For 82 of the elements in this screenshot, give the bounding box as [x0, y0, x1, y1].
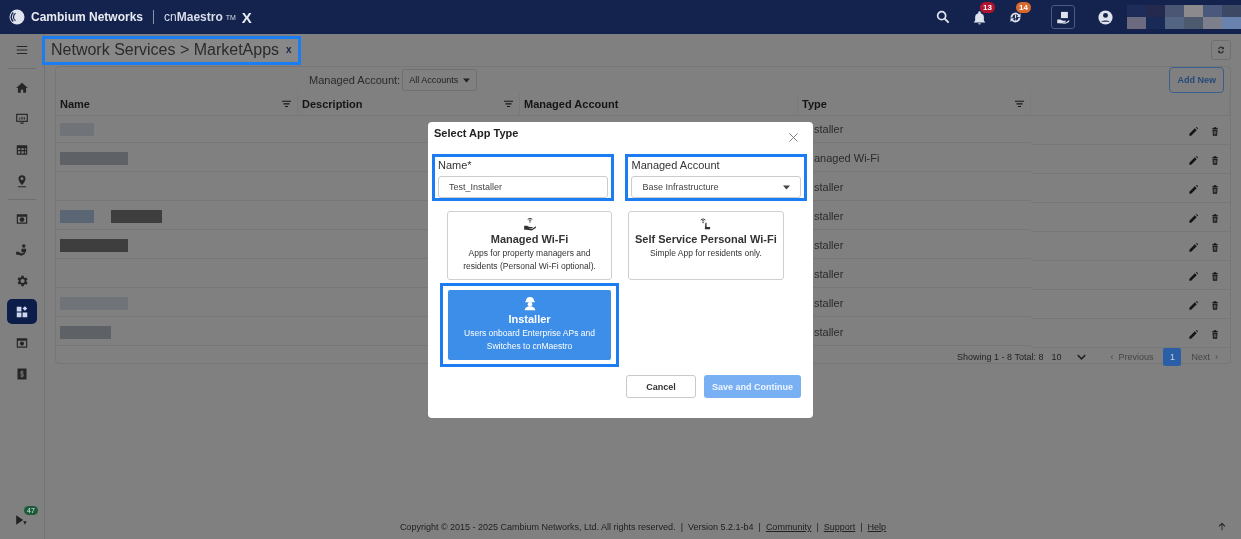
field-label: Managed Account [631, 159, 721, 172]
redacted-block [60, 238, 128, 252]
hand-box-button[interactable] [1051, 5, 1075, 29]
close-button[interactable] [788, 132, 799, 143]
column-header: Description [298, 93, 520, 116]
refresh-icon [1216, 45, 1226, 55]
dialog-title: Select App Type [433, 126, 520, 140]
add-new-button[interactable]: Add New [1169, 67, 1224, 93]
redacted-block [60, 151, 128, 165]
close-button[interactable]: x [286, 44, 292, 55]
column-header: Type [798, 93, 1031, 116]
edit-icon [1188, 125, 1199, 137]
product-suffix: X [241, 8, 252, 26]
hand-box-icon [1055, 9, 1071, 25]
breadcrumb: Network Services > MarketApps [51, 40, 280, 59]
page-size-select[interactable]: 10 [1051, 352, 1087, 362]
trash-icon [1210, 270, 1220, 282]
trash-icon [1210, 212, 1220, 224]
chevron-down-icon [1077, 354, 1087, 360]
edit-icon [1188, 299, 1199, 311]
window-gear-icon [15, 335, 29, 350]
filter-label: Managed Account: [309, 74, 401, 86]
footer-text: Version 5.2.1-b4 [688, 522, 754, 532]
name-input[interactable]: Test_Installer [438, 176, 609, 198]
redacted-block [60, 325, 111, 339]
edit-icon [1188, 270, 1199, 282]
trash-icon [1210, 154, 1220, 166]
table-icon [15, 142, 29, 157]
trash-icon [1210, 328, 1220, 340]
separator: | [758, 522, 761, 532]
home-icon [15, 80, 29, 95]
field-label: Name* [438, 159, 473, 172]
app-type-card[interactable]: Installer Users onboard Enterprise APs and Switches to cnMaestro [447, 289, 612, 361]
trash-icon [1210, 299, 1220, 311]
footer-link[interactable]: Community [765, 522, 812, 532]
cancel-button[interactable]: Cancel [626, 375, 696, 398]
close-icon [788, 132, 799, 143]
separator: | [860, 522, 863, 532]
count-badge: 14 [1016, 1, 1031, 13]
person-hand-icon [15, 242, 29, 257]
column-header: Managed Account [520, 93, 798, 116]
column-header: Name [56, 93, 298, 116]
edit-icon [1188, 328, 1199, 340]
app-type-card[interactable]: Self Service Personal Wi-Fi Simple App for residents only. [628, 211, 784, 280]
page-button[interactable]: 1 [1163, 348, 1182, 366]
edit-icon [1188, 183, 1199, 195]
footer-link[interactable]: Support [823, 522, 856, 532]
cambium-logo-icon [8, 8, 26, 26]
count-badge: 13 [980, 1, 995, 13]
edit-icon [1188, 154, 1199, 166]
footer-link[interactable]: Help [867, 522, 887, 532]
user-icon [1096, 8, 1114, 26]
product-name: cnMaestro [164, 10, 223, 24]
separator: | [816, 522, 819, 532]
caret-icon [463, 77, 471, 83]
trash-icon [1210, 183, 1220, 195]
search-icon [935, 9, 951, 25]
gear-icon [15, 273, 29, 288]
app-type-card[interactable]: Managed Wi-Fi Apps for property managers and residents (Personal Wi-Fi optional). [447, 211, 612, 280]
pagination-summary: Showing 1 - 8 Total: 8 [957, 352, 1044, 362]
filter-icon [504, 100, 513, 108]
footer-text: Copyright © 2015 - 2025 Cambium Networks, Ltd. All rights reserved. [399, 522, 676, 532]
location-pin-icon [15, 173, 29, 188]
edit-icon [1188, 212, 1199, 224]
filter-icon [1015, 100, 1024, 108]
trash-icon [1210, 125, 1220, 137]
filter-icon [282, 100, 291, 108]
account-select[interactable]: Base Infrastructure [631, 176, 801, 198]
bell-icon [971, 9, 987, 25]
wifi-hand-icon [521, 217, 538, 231]
refresh-button[interactable] [1211, 40, 1231, 60]
monitor-icon [15, 111, 29, 126]
edit-icon [1188, 241, 1199, 253]
apps-grid-icon [15, 304, 29, 319]
separator: | [680, 522, 683, 532]
brand-name: Cambium Networks [31, 10, 144, 24]
account-dropdown[interactable]: All Accounts [402, 69, 478, 91]
window-gauge-icon [15, 211, 29, 226]
dollar-card-icon [16, 366, 28, 381]
trash-icon [1210, 241, 1220, 253]
caret-icon [783, 184, 790, 190]
sidebar-item[interactable] [7, 299, 37, 324]
